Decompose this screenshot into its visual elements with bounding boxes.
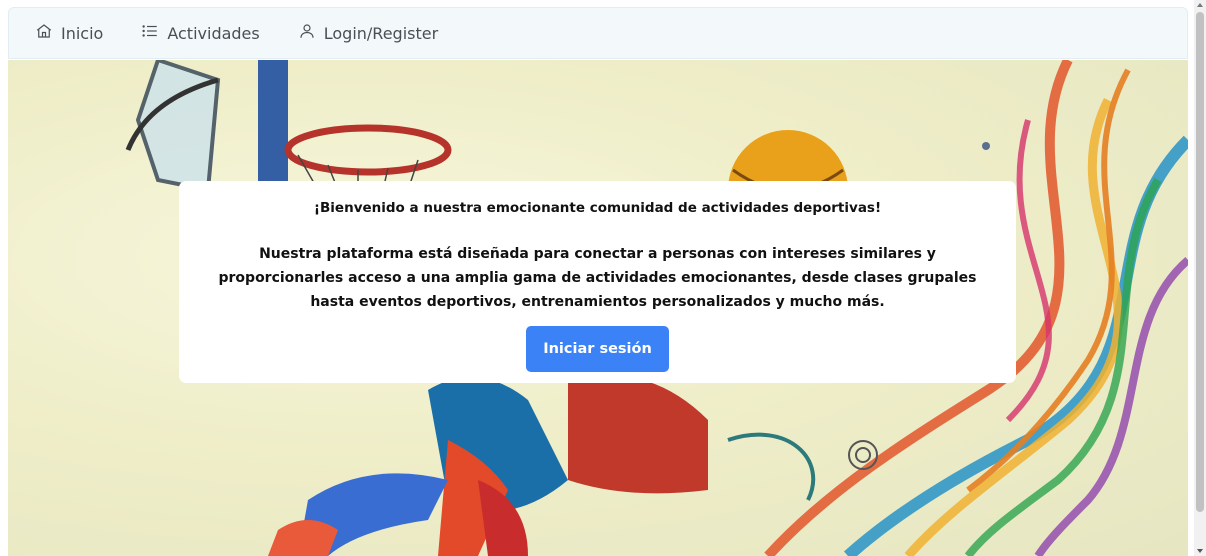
page-scrollbar[interactable]: [1194, 0, 1206, 556]
welcome-card: ¡Bienvenido a nuestra emocionante comuni…: [179, 181, 1016, 383]
scroll-down-icon[interactable]: [1197, 549, 1203, 553]
user-icon: [298, 22, 316, 44]
nav-label: Login/Register: [323, 23, 439, 43]
welcome-heading: ¡Bienvenido a nuestra emocionante comuni…: [313, 200, 882, 216]
nav-label: Inicio: [61, 23, 104, 43]
top-navbar: Inicio Actividades Login/Register: [8, 7, 1188, 59]
scroll-up-icon[interactable]: [1197, 3, 1203, 7]
nav-item-inicio[interactable]: Inicio: [35, 22, 103, 44]
list-icon: [141, 22, 159, 44]
login-button[interactable]: Iniciar sesión: [526, 326, 669, 372]
nav-item-actividades[interactable]: Actividades: [141, 22, 260, 44]
welcome-description: Nuestra plataforma está diseñada para co…: [218, 246, 977, 310]
nav-item-login-register[interactable]: Login/Register: [298, 22, 438, 44]
nav-label: Actividades: [167, 23, 260, 43]
scroll-thumb[interactable]: [1196, 12, 1204, 512]
hero-banner: ¡Bienvenido a nuestra emocionante comuni…: [8, 60, 1188, 556]
home-icon: [35, 22, 53, 44]
